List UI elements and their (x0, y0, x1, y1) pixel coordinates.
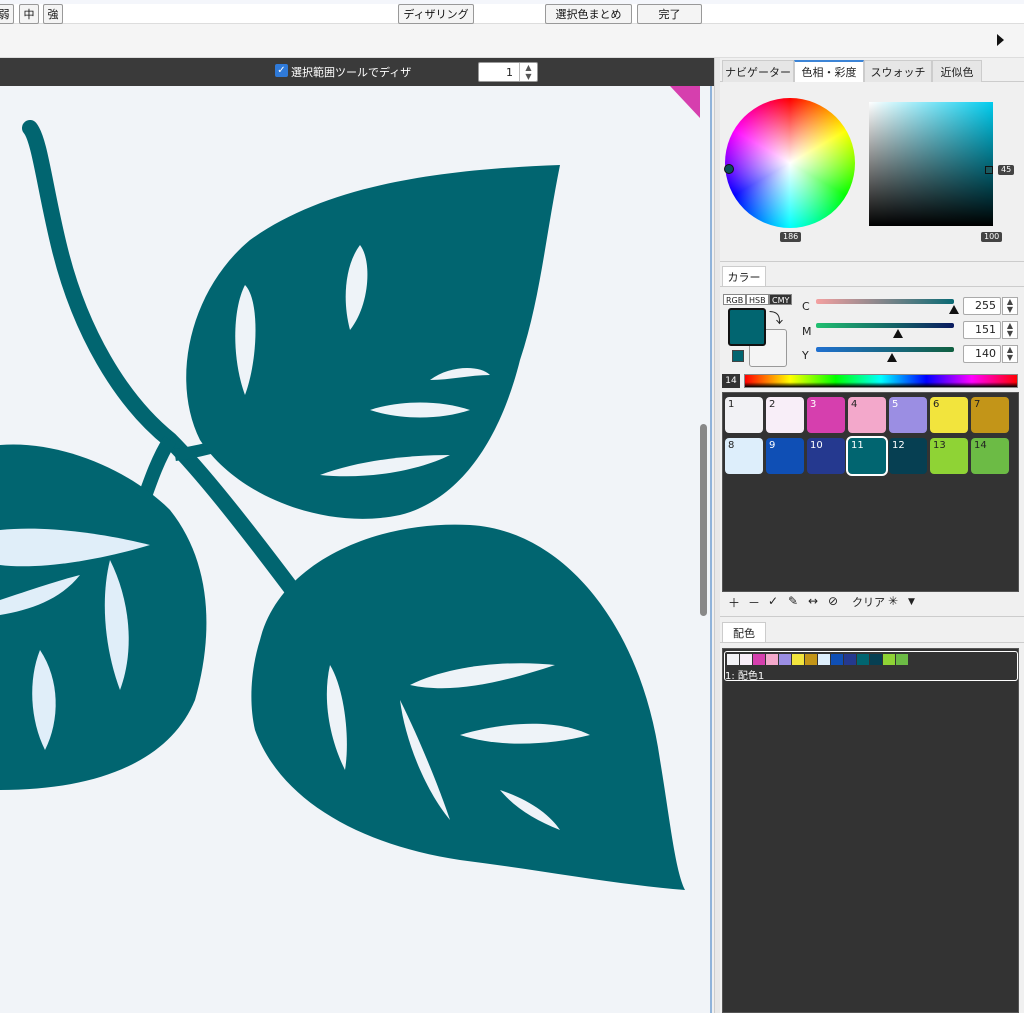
saturation-brightness-area[interactable] (869, 102, 993, 226)
scheme-chip (857, 654, 869, 665)
transparent-color-chip[interactable] (732, 350, 744, 362)
swatch-6[interactable]: 6 (930, 397, 968, 433)
swatch-14[interactable]: 14 (971, 438, 1009, 474)
swatch-11[interactable]: 11 (846, 436, 888, 476)
scheme-chip (766, 654, 778, 665)
sb-handle[interactable] (985, 166, 993, 174)
scheme-chip (831, 654, 843, 665)
mode-hsb[interactable]: HSB (746, 294, 769, 305)
add-icon[interactable]: ＋ (728, 594, 740, 611)
swap-horizontal-icon[interactable]: ↔ (808, 594, 818, 608)
weak-button[interactable]: 弱 (0, 4, 14, 24)
tab-swatches[interactable]: スウォッチ (864, 60, 932, 82)
saturation-value: 45 (998, 165, 1015, 175)
expand-arrow-icon[interactable] (997, 34, 1004, 46)
hue-value: 186 (780, 232, 802, 242)
swatch-10[interactable]: 10 (807, 438, 845, 474)
drawing-canvas[interactable] (0, 86, 712, 1013)
sparkle-icon[interactable]: ✳ (888, 594, 898, 608)
y-spin-icon[interactable]: ▲ ▼ (1002, 345, 1018, 363)
stepper-value: 1 (506, 66, 513, 79)
scheme-chip (870, 654, 882, 665)
slider-label-c: C (802, 300, 810, 313)
hue-wheel[interactable] (725, 98, 855, 228)
scheme-chip (883, 654, 895, 665)
y-slider-thumb[interactable] (887, 353, 897, 362)
menu-bar (0, 24, 1024, 58)
c-slider[interactable] (816, 299, 954, 304)
m-spin-icon[interactable]: ▲ ▼ (1002, 321, 1018, 339)
swatch-9[interactable]: 9 (766, 438, 804, 474)
section-divider (720, 642, 1024, 643)
scheme-chip (740, 654, 752, 665)
scheme-chip (779, 654, 791, 665)
dithering-button[interactable]: ディザリング (398, 4, 474, 24)
hue-handle[interactable] (724, 164, 734, 174)
scheme-chip (753, 654, 765, 665)
stepper-arrows-icon[interactable]: ▲ ▼ (519, 63, 537, 81)
merge-colors-button[interactable]: 選択色まとめ (545, 4, 632, 24)
color-spectrum[interactable] (744, 374, 1018, 388)
swatch-7[interactable]: 7 (971, 397, 1009, 433)
scheme-chip (805, 654, 817, 665)
foreground-color[interactable] (728, 308, 766, 346)
pencil-icon[interactable]: ✎ (788, 594, 798, 608)
mode-cmy[interactable]: CMY (769, 294, 793, 305)
tab-haishoku[interactable]: 配色 (722, 622, 766, 642)
scheme-chip (727, 654, 739, 665)
m-value[interactable]: 151 (963, 321, 1001, 339)
ban-icon[interactable]: ⊘ (828, 594, 838, 608)
mode-rgb[interactable]: RGB (723, 294, 747, 305)
scheme-chip (844, 654, 856, 665)
y-value[interactable]: 140 (963, 345, 1001, 363)
section-divider (720, 261, 1024, 262)
m-slider-thumb[interactable] (893, 329, 903, 338)
swatch-1[interactable]: 1 (725, 397, 763, 433)
strong-button[interactable]: 強 (43, 4, 63, 24)
scheme-chip (896, 654, 908, 665)
tab-hue-saturation[interactable]: 色相・彩度 (794, 60, 864, 82)
dither-selection-checkbox[interactable]: ✓ (275, 64, 288, 77)
swatch-12[interactable]: 12 (889, 438, 927, 474)
clear-button[interactable]: クリア (852, 594, 885, 610)
section-divider (720, 616, 1024, 617)
canvas-scrollbar[interactable] (700, 424, 707, 616)
dither-selection-label: 選択範囲ツールでディザ (291, 66, 412, 79)
scheme-chip (792, 654, 804, 665)
dither-stepper[interactable]: 1 ▲ ▼ (478, 62, 538, 82)
remove-icon[interactable]: － (748, 594, 760, 611)
slider-label-y: Y (802, 349, 809, 362)
spectrum-index: 14 (722, 374, 740, 388)
c-slider-thumb[interactable] (949, 305, 959, 314)
swatch-2[interactable]: 2 (766, 397, 804, 433)
done-button[interactable]: 完了 (637, 4, 702, 24)
y-slider[interactable] (816, 347, 954, 352)
leaf-artwork (0, 86, 700, 890)
medium-button[interactable]: 中 (19, 4, 39, 24)
c-value[interactable]: 255 (963, 297, 1001, 315)
brightness-value: 100 (981, 232, 1003, 242)
dropdown-arrow-icon[interactable]: ▼ (908, 597, 915, 607)
m-slider[interactable] (816, 323, 954, 328)
title-strip (0, 0, 1024, 4)
swatch-13[interactable]: 13 (930, 438, 968, 474)
tab-approx-color[interactable]: 近似色 (932, 60, 982, 82)
swatch-4[interactable]: 4 (848, 397, 886, 433)
slider-label-m: M (802, 325, 812, 338)
color-scheme-label: 1: 配色1 (725, 671, 765, 682)
scheme-chip (818, 654, 830, 665)
tab-color[interactable]: カラー (722, 266, 766, 286)
check-icon[interactable]: ✓ (768, 594, 778, 608)
panel-tabs: ナビゲーター 色相・彩度 スウォッチ 近似色 (720, 58, 1024, 82)
swatch-3[interactable]: 3 (807, 397, 845, 433)
swatch-8[interactable]: 8 (725, 438, 763, 474)
section-divider (720, 286, 1024, 287)
color-scheme-list (722, 648, 1019, 1013)
tab-navigator[interactable]: ナビゲーター (722, 60, 794, 82)
swatch-5[interactable]: 5 (889, 397, 927, 433)
c-spin-icon[interactable]: ▲ ▼ (1002, 297, 1018, 315)
swap-colors-icon[interactable]: ⤵ (769, 308, 783, 328)
swatch-toolbar: ＋ － ✓ ✎ ↔ ⊘ クリア ✳ ▼ (722, 594, 1019, 612)
